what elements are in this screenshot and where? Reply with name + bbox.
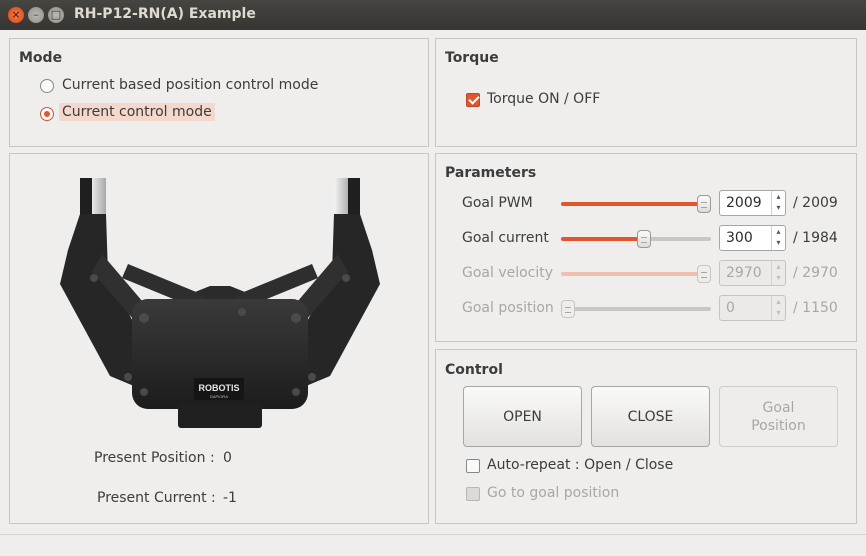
goal-position-value: 0 <box>726 300 735 316</box>
mode-panel: Mode Current based position control mode… <box>9 38 429 147</box>
goal-position-max: / 1150 <box>793 300 838 316</box>
goal-velocity-slider-handle <box>697 265 711 283</box>
goal-pwm-value: 2009 <box>726 195 762 211</box>
gripper-logo-subtext: DAPIORA <box>210 394 228 399</box>
parameters-panel: Parameters Goal PWM 2009 ▴ ▾ / 2009 Goal … <box>435 153 857 342</box>
goal-current-max: / 1984 <box>793 230 838 246</box>
auto-repeat-checkbox[interactable] <box>466 459 480 473</box>
control-panel: Control OPEN CLOSE Goal Position Auto-re… <box>435 349 857 524</box>
mode-option-position-label[interactable]: Current based position control mode <box>59 76 321 94</box>
title-bar: × – □ RH-P12-RN(A) Example <box>0 0 866 30</box>
present-current-label: Present Current : <box>97 490 216 506</box>
goal-position-stepper: ▴ ▾ <box>771 296 785 320</box>
status-bar <box>0 534 866 556</box>
gripper-image: ROBOTIS DAPIORA <box>60 178 380 428</box>
goal-velocity-value: 2970 <box>726 265 762 281</box>
window-close-button[interactable]: × <box>8 7 24 23</box>
go-to-goal-checkbox <box>466 487 480 501</box>
parameters-title: Parameters <box>445 165 537 181</box>
stepper-up-icon: ▴ <box>776 262 781 271</box>
open-button[interactable]: OPEN <box>463 386 582 447</box>
goal-current-slider[interactable] <box>561 230 711 248</box>
stepper-up-icon[interactable]: ▴ <box>772 226 785 237</box>
go-to-goal-label: Go to goal position <box>487 485 620 501</box>
goal-velocity-max: / 2970 <box>793 265 838 281</box>
goal-position-button-line2: Position <box>751 417 806 434</box>
goal-pwm-slider-handle[interactable] <box>697 195 711 213</box>
present-position-label: Present Position : <box>94 450 215 466</box>
goal-pwm-max: / 2009 <box>793 195 838 211</box>
gripper-logo-text: ROBOTIS <box>198 383 239 393</box>
present-current-value: -1 <box>223 490 237 506</box>
stepper-up-icon: ▴ <box>776 297 781 306</box>
torque-checkbox[interactable] <box>466 93 480 107</box>
torque-title: Torque <box>445 50 499 66</box>
goal-velocity-slider <box>561 265 711 283</box>
goal-current-stepper[interactable]: ▴ ▾ <box>771 226 785 250</box>
stepper-down-icon: ▾ <box>776 273 781 282</box>
goal-current-label: Goal current <box>462 230 549 246</box>
goal-position-slider <box>561 300 711 318</box>
stepper-down-icon[interactable]: ▾ <box>772 237 785 248</box>
goal-position-spinbox: 0 ▴ ▾ <box>719 295 786 321</box>
control-title: Control <box>445 362 503 378</box>
goal-pwm-slider[interactable] <box>561 195 711 213</box>
present-position-value: 0 <box>223 450 232 466</box>
goal-current-slider-handle[interactable] <box>637 230 651 248</box>
stepper-down-icon[interactable]: ▾ <box>772 202 785 213</box>
mode-option-current-radio[interactable] <box>40 107 54 121</box>
torque-checkbox-label[interactable]: Torque ON / OFF <box>487 91 600 107</box>
goal-velocity-spinbox: 2970 ▴ ▾ <box>719 260 786 286</box>
mode-title: Mode <box>19 50 63 66</box>
goal-pwm-label: Goal PWM <box>462 195 533 211</box>
goal-position-label: Goal position <box>462 300 554 316</box>
mode-option-position-radio[interactable] <box>40 79 54 93</box>
window-minimize-button[interactable]: – <box>28 7 44 23</box>
goal-pwm-spinbox[interactable]: 2009 ▴ ▾ <box>719 190 786 216</box>
close-button[interactable]: CLOSE <box>591 386 710 447</box>
goal-position-button: Goal Position <box>719 386 838 447</box>
goal-velocity-label: Goal velocity <box>462 265 554 281</box>
goal-position-button-line1: Goal <box>762 399 795 416</box>
stepper-up-icon[interactable]: ▴ <box>772 191 785 202</box>
goal-current-spinbox[interactable]: 300 ▴ ▾ <box>719 225 786 251</box>
goal-current-value: 300 <box>726 230 753 246</box>
goal-velocity-stepper: ▴ ▾ <box>771 261 785 285</box>
auto-repeat-label[interactable]: Auto-repeat : Open / Close <box>487 457 673 473</box>
stepper-down-icon: ▾ <box>776 308 781 317</box>
goal-pwm-stepper[interactable]: ▴ ▾ <box>771 191 785 215</box>
torque-panel: Torque Torque ON / OFF <box>435 38 857 147</box>
goal-position-slider-handle <box>561 300 575 318</box>
window-title: RH-P12-RN(A) Example <box>74 6 256 22</box>
mode-option-current-label[interactable]: Current control mode <box>59 103 215 121</box>
window-maximize-button[interactable]: □ <box>48 7 64 23</box>
gripper-panel: ROBOTIS DAPIORA Present Position : 0 Pre… <box>9 153 429 524</box>
